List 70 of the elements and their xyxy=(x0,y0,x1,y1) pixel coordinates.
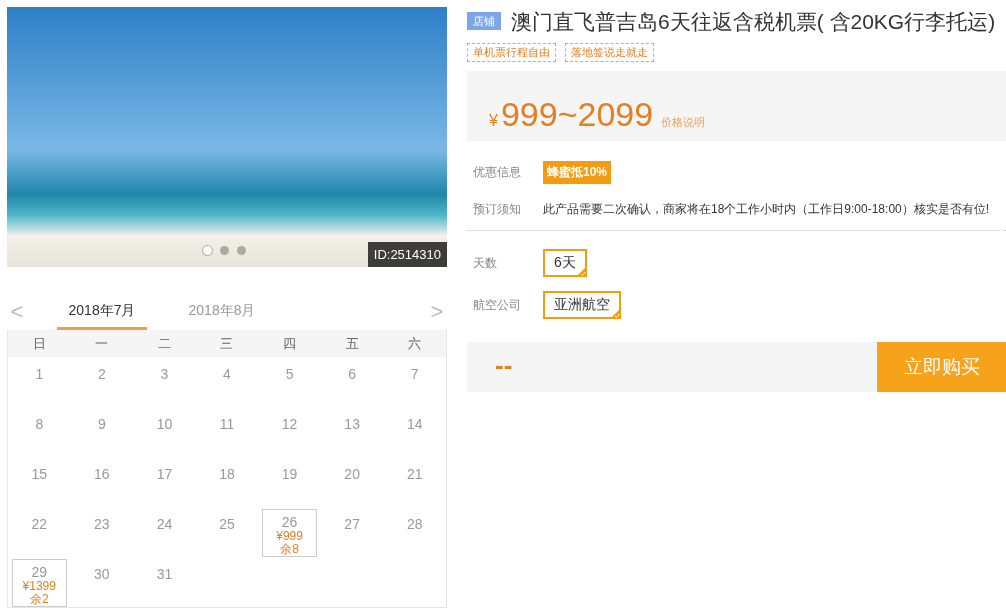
previous-month-button[interactable]: < xyxy=(7,299,27,325)
id-label: ID:2514310 xyxy=(367,242,447,267)
day-number: 24 xyxy=(156,516,173,532)
date-cell[interactable]: 29 ¥1399 余2 xyxy=(12,559,67,607)
booking-notice: 此产品需要二次确认，商家将在18个工作小时内（工作日9:00-18:00）核实是否有位! xyxy=(543,201,990,218)
day-number: 18 xyxy=(219,466,235,482)
weekday-label: 六 xyxy=(407,334,423,353)
day-number: 1 xyxy=(35,366,44,382)
day-price: ¥999 xyxy=(276,530,303,543)
check-icon xyxy=(610,308,621,319)
price-range: 999~2099 xyxy=(500,95,654,134)
weekday-label: 日 xyxy=(31,334,47,353)
day-price: ¥1399 xyxy=(22,580,56,593)
day-number: 23 xyxy=(94,516,110,532)
day-number: 7 xyxy=(410,366,419,382)
day-number: 8 xyxy=(35,416,44,432)
day-number: 30 xyxy=(94,566,110,582)
day-number: 26 xyxy=(281,514,298,530)
day-number: 22 xyxy=(31,516,48,532)
slide-dot[interactable] xyxy=(203,246,212,255)
weekday-label: 五 xyxy=(344,334,360,353)
day-number: 31 xyxy=(156,566,173,582)
day-number: 19 xyxy=(281,466,298,482)
day-number: 3 xyxy=(160,366,169,382)
weekday-label: 二 xyxy=(156,334,172,353)
currency-symbol: ¥ xyxy=(489,112,498,130)
date-cell[interactable]: 26 ¥999 余8 xyxy=(262,509,317,557)
price-note-link[interactable]: 价格说明 xyxy=(661,115,706,130)
stock-count: 余8 xyxy=(280,543,299,556)
day-number: 12 xyxy=(281,416,298,432)
shop-badge: 店铺 xyxy=(467,12,501,30)
day-number: 29 xyxy=(31,564,48,580)
weekday-label: 四 xyxy=(282,334,298,353)
day-number: 9 xyxy=(97,416,106,432)
slide-dot[interactable] xyxy=(237,246,246,255)
day-number: 6 xyxy=(348,366,357,382)
day-number: 5 xyxy=(285,366,294,382)
day-number: 16 xyxy=(94,466,110,482)
day-number: 14 xyxy=(406,416,423,432)
day-number: 27 xyxy=(344,516,360,532)
total-price: -- xyxy=(494,349,514,382)
option-label: 航空公司 xyxy=(473,296,522,314)
day-number: 28 xyxy=(406,516,423,532)
day-number: 13 xyxy=(344,416,360,432)
feature-tag: 单机票行程自由 xyxy=(467,43,556,62)
product-title: 澳门直飞普吉岛6天往返含税机票( 含20KG行李托运) xyxy=(511,9,997,35)
day-number: 17 xyxy=(156,466,173,482)
check-icon xyxy=(575,266,587,277)
next-month-button[interactable]: > xyxy=(427,299,447,325)
month-tab[interactable]: 2018年8月 xyxy=(177,294,267,330)
option-choice[interactable]: 6天 xyxy=(543,249,587,277)
discount-badge: 蜂蜜抵10% xyxy=(543,161,612,184)
day-number: 25 xyxy=(219,516,235,532)
option-choice[interactable]: 亚洲航空 xyxy=(543,291,621,319)
slide-dot[interactable] xyxy=(220,246,229,255)
day-number: 4 xyxy=(223,366,231,382)
buy-now-button[interactable]: 立即购买 xyxy=(877,342,1006,392)
stock-count: 余2 xyxy=(29,593,49,606)
info-label: 优惠信息 xyxy=(473,164,522,181)
day-number: 2 xyxy=(97,366,106,382)
weekday-label: 一 xyxy=(94,334,110,353)
day-number: 15 xyxy=(31,466,48,482)
weekday-label: 三 xyxy=(219,334,235,353)
day-number: 21 xyxy=(406,466,423,482)
day-number: 11 xyxy=(219,416,235,432)
day-number: 20 xyxy=(344,466,360,482)
day-number: 10 xyxy=(156,416,173,432)
option-label: 天数 xyxy=(473,254,498,272)
info-label: 预订须知 xyxy=(473,201,522,218)
feature-tag: 落地签说走就走 xyxy=(565,43,654,62)
